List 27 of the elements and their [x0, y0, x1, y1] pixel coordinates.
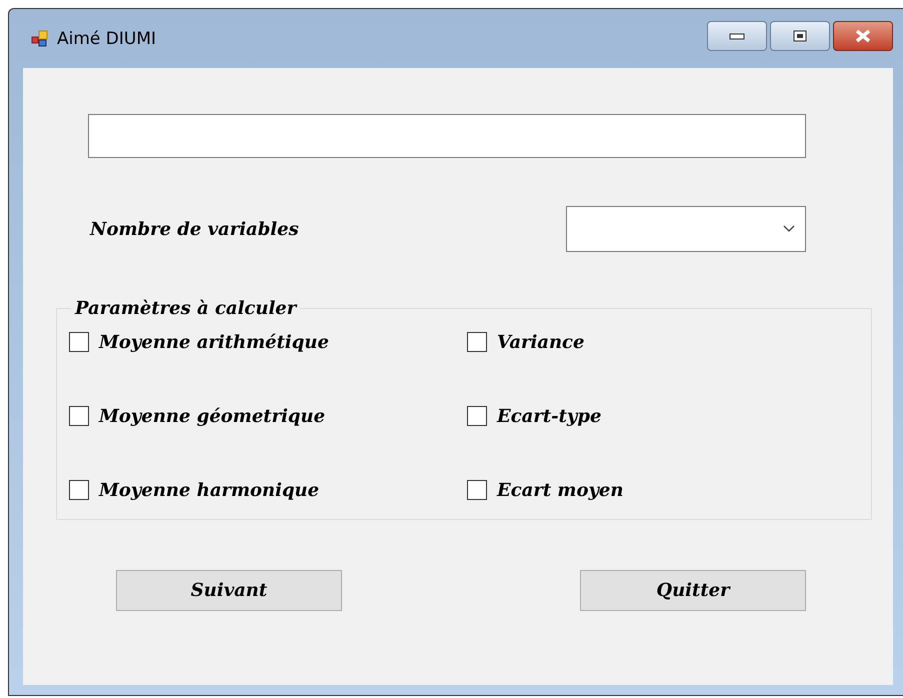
group-legend: Paramètres à calculer	[71, 298, 300, 319]
action-button[interactable]: Quitter	[580, 570, 806, 611]
checkbox-label: Ecart moyen	[497, 480, 624, 500]
app-icon	[31, 30, 49, 48]
checkbox[interactable]	[69, 480, 89, 500]
maximize-button[interactable]	[770, 20, 830, 50]
minimize-icon	[729, 32, 745, 40]
checkbox[interactable]	[467, 406, 487, 426]
checkbox-label: Variance	[497, 332, 584, 352]
checkbox-label: Moyenne géometrique	[99, 406, 326, 426]
text-field[interactable]	[88, 114, 806, 158]
checkbox-label: Moyenne arithmétique	[99, 332, 329, 352]
checkbox-label: Moyenne harmonique	[99, 480, 320, 500]
variables-label: Nombre de variables	[90, 218, 299, 240]
close-button[interactable]	[833, 20, 893, 50]
checkbox[interactable]	[467, 332, 487, 352]
action-button[interactable]: Suivant	[116, 570, 342, 611]
window-title: Aimé DIUMI	[57, 28, 156, 48]
minimize-button[interactable]	[707, 20, 767, 50]
checkbox[interactable]	[69, 332, 89, 352]
checkbox-label: Ecart-type	[497, 406, 602, 426]
chevron-down-icon	[783, 225, 795, 233]
close-icon	[855, 28, 871, 42]
checkbox[interactable]	[467, 480, 487, 500]
maximize-icon	[793, 30, 807, 42]
checkbox[interactable]	[69, 406, 89, 426]
variables-dropdown[interactable]	[566, 206, 806, 252]
